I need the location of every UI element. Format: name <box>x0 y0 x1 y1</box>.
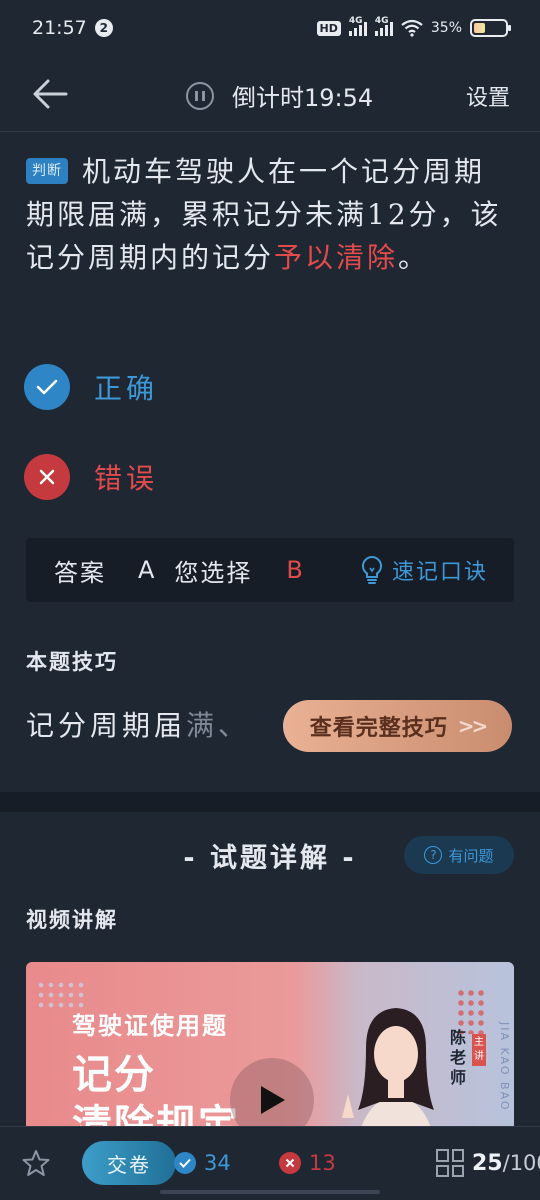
correct-count-value: 34 <box>204 1151 231 1175</box>
notification-badge: 2 <box>94 19 113 37</box>
your-choice: B <box>286 556 305 584</box>
view-full-tip-button[interactable]: 查看完整技巧 >> <box>283 700 512 752</box>
teacher-name: 陈老师 <box>450 1028 467 1087</box>
video-headline: 记分 清除规定 <box>72 1050 240 1132</box>
mnemonic-button[interactable]: 速记口诀 <box>360 554 488 586</box>
option-correct[interactable]: 正确 <box>24 364 158 410</box>
option-wrong[interactable]: 错误 <box>24 454 158 500</box>
correct-count[interactable]: 34 <box>174 1151 231 1175</box>
signal-icon: 4G <box>348 16 367 36</box>
correct-answer: A <box>138 556 157 584</box>
tip-preview-text: 记分周期届 <box>26 709 187 742</box>
option-label: 正确 <box>94 372 159 405</box>
question-progress[interactable]: 25/100 <box>436 1149 540 1177</box>
video-section-title: 视频讲解 <box>26 908 118 932</box>
battery-fill <box>474 23 485 33</box>
mnemonic-label: 速记口诀 <box>391 560 488 585</box>
tip-preview-fade: 满、 <box>186 709 251 742</box>
teacher-portrait <box>342 1008 434 1132</box>
report-problem-label: 有问题 <box>448 846 494 865</box>
current-question: 25 <box>472 1150 503 1176</box>
timer-text: 倒计时19:54 <box>232 84 374 112</box>
question-type-badge: 判断 <box>26 158 68 184</box>
brand-watermark: JIA KAO BAO <box>498 1022 511 1112</box>
answer-label: 答案 <box>54 558 106 587</box>
question-text: 判断 机动车驾驶人在一个记分周期期限届满，累积记分未满12分，该记分周期内的记分予… <box>26 150 506 279</box>
wrong-count[interactable]: 13 <box>279 1151 336 1175</box>
play-icon[interactable] <box>230 1058 314 1132</box>
submit-exam-button[interactable]: 交卷 <box>82 1141 176 1185</box>
countdown-timer: 倒计时19:54 <box>186 78 373 113</box>
question-highlight: 予以清除 <box>274 241 399 274</box>
question-body: 机动车驾驶人在一个记分周期期限届满，累积记分未满12分，该记分周期内的记分 <box>26 155 502 274</box>
report-problem-button[interactable]: ? 有问题 <box>404 836 514 874</box>
check-icon <box>24 364 70 410</box>
grid-icon <box>436 1149 464 1177</box>
hd-icon: HD <box>316 20 341 36</box>
host-tag: 主讲 <box>472 1034 486 1066</box>
network-label: 4G <box>348 16 363 26</box>
battery-percent: 35% <box>430 20 462 36</box>
question-suffix: 。 <box>398 241 430 274</box>
status-icons: HD 4G 4G 35% <box>316 16 511 37</box>
top-bar: 倒计时19:54 设置 <box>0 56 540 132</box>
double-chevron-icon: >> <box>457 714 488 738</box>
lightbulb-icon <box>361 555 382 584</box>
wrong-count-value: 13 <box>309 1151 336 1175</box>
video-headline-1: 记分 <box>72 1052 156 1098</box>
star-icon[interactable] <box>22 1149 50 1177</box>
answer-summary: 答案 A 您选择 B 速记口诀 <box>26 538 514 602</box>
tip-title: 本题技巧 <box>26 650 118 674</box>
settings-button[interactable]: 设置 <box>466 80 510 112</box>
option-label: 错误 <box>94 462 159 495</box>
status-bar: 21:57 2 HD 4G 4G 35% <box>0 0 540 56</box>
bottom-bar: 交卷 34 13 25/100 <box>0 1126 540 1200</box>
home-indicator <box>160 1190 380 1194</box>
check-icon <box>174 1152 196 1174</box>
status-time: 21:57 <box>32 17 87 39</box>
section-divider <box>0 792 540 812</box>
video-subtitle: 驾驶证使用题 <box>72 1012 228 1040</box>
cross-icon <box>279 1152 301 1174</box>
signal-icon-2: 4G <box>374 16 393 36</box>
battery-icon <box>470 19 511 37</box>
pause-icon[interactable] <box>186 81 214 110</box>
tip-button-label: 查看完整技巧 <box>309 716 448 741</box>
video-player[interactable]: 驾驶证使用题 记分 清除规定 陈老师 主讲 JIA KAO BAO <box>26 962 514 1132</box>
wifi-icon <box>401 19 423 37</box>
back-arrow-icon[interactable] <box>30 76 70 112</box>
total-questions: /100 <box>502 1150 540 1175</box>
question-mark-icon: ? <box>424 846 443 864</box>
tip-preview: 记分周期届满、 <box>26 704 250 744</box>
cross-icon <box>24 454 70 500</box>
your-choice-label: 您选择 <box>174 558 253 587</box>
network-label-2: 4G <box>374 16 389 26</box>
